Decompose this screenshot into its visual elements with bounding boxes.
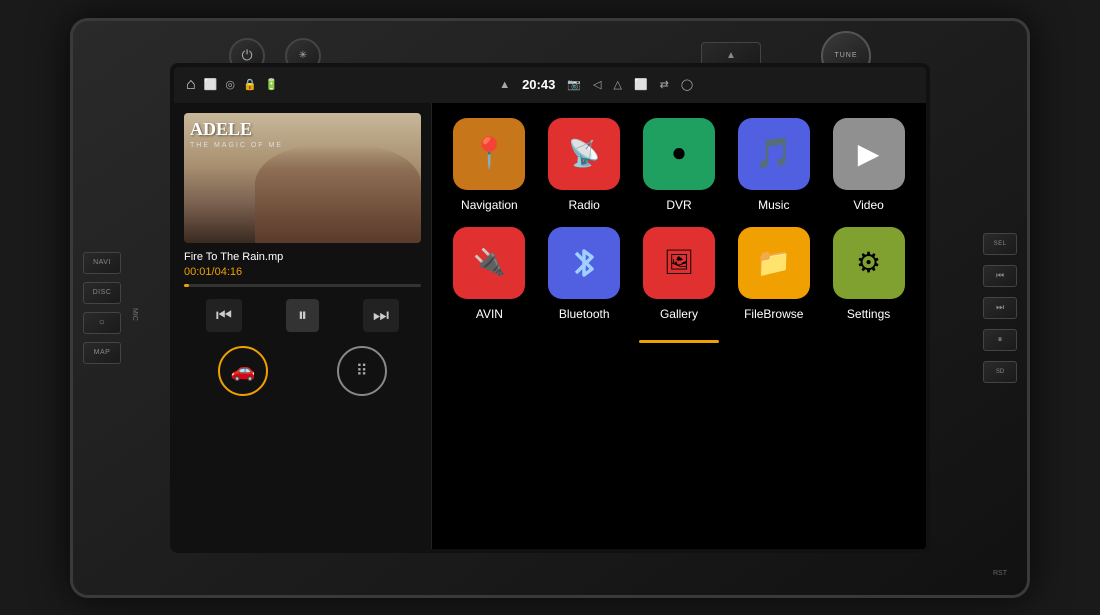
navi-button[interactable]: NAVI bbox=[83, 252, 121, 274]
song-title: Fire To The Rain.mp bbox=[184, 251, 421, 263]
status-bar: ⌂ ⬜ ◎ 🔒 🔋 ▲ 20:43 📷 ◁ △ ⬜ ⇄ ◯ bbox=[174, 67, 926, 103]
bluetooth-label: Bluetooth bbox=[559, 307, 610, 321]
bluetooth-icon bbox=[548, 227, 620, 299]
sd-button[interactable]: SD bbox=[983, 361, 1017, 383]
status-center: ▲ 20:43 📷 ◁ △ ⬜ ⇄ ◯ bbox=[499, 77, 693, 92]
bottom-icons: 🚗 ⠿ bbox=[184, 346, 421, 396]
adele-cover: ADELE THE MAGIC OF ME bbox=[184, 113, 421, 243]
filebrowse-label: FileBrowse bbox=[744, 307, 803, 321]
map-button[interactable]: MAP bbox=[83, 342, 121, 364]
play-pause-right-button[interactable]: ⏸ bbox=[983, 329, 1017, 351]
disc-button[interactable]: DISC bbox=[83, 282, 121, 304]
total-time: 04:16 bbox=[215, 266, 243, 278]
lock-icon: 🔒 bbox=[243, 78, 257, 91]
screenshot-icon: ⬜ bbox=[204, 78, 218, 91]
navigation-label: Navigation bbox=[461, 198, 518, 212]
app-radio[interactable]: 📡 Radio bbox=[539, 118, 629, 212]
battery-icon: 🔋 bbox=[265, 78, 279, 91]
app-row-2: 🔌 AVIN Bluetooth 🖼 bbox=[442, 227, 916, 321]
gallery-label: Gallery bbox=[660, 307, 698, 321]
speaker-icon: ◁ bbox=[593, 78, 601, 91]
album-art: ADELE THE MAGIC OF ME bbox=[184, 113, 421, 243]
app-filebrowse[interactable]: 📁 FileBrowse bbox=[729, 227, 819, 321]
music-label: Music bbox=[758, 198, 789, 212]
album-subtitle: THE MAGIC OF ME bbox=[190, 142, 283, 149]
settings-icon: ⚙ bbox=[833, 227, 905, 299]
filebrowse-icon: 📁 bbox=[738, 227, 810, 299]
wifi-icon: ▲ bbox=[499, 79, 510, 91]
car-icon-button[interactable]: 🚗 bbox=[218, 346, 268, 396]
prev-track-button[interactable]: ⏮ bbox=[983, 265, 1017, 287]
main-area: ADELE THE MAGIC OF ME Fire To The Rain.m… bbox=[174, 103, 926, 549]
app-dvr[interactable]: ⏺ DVR bbox=[634, 118, 724, 212]
status-left: ⌂ ⬜ ◎ 🔒 🔋 bbox=[186, 76, 278, 94]
main-screen: ⌂ ⬜ ◎ 🔒 🔋 ▲ 20:43 📷 ◁ △ ⬜ ⇄ ◯ bbox=[170, 63, 930, 553]
media-icon: ⬜ bbox=[634, 78, 648, 91]
rst-label: RST bbox=[993, 570, 1007, 577]
dvr-label: DVR bbox=[666, 198, 691, 212]
app-music[interactable]: 🎵 Music bbox=[729, 118, 819, 212]
app-navigation[interactable]: 📍 Navigation bbox=[444, 118, 534, 212]
app-settings[interactable]: ⚙ Settings bbox=[824, 227, 914, 321]
radio-status-icon: ◎ bbox=[225, 78, 235, 91]
playback-controls: ⏮ ⏸ ⏭ bbox=[184, 299, 421, 332]
progress-bar-container[interactable] bbox=[184, 284, 421, 287]
video-label: Video bbox=[853, 198, 883, 212]
radio-label: Radio bbox=[569, 198, 600, 212]
video-icon: ▶ bbox=[833, 118, 905, 190]
progress-bar-fill bbox=[184, 284, 189, 287]
app-grid-panel: 📍 Navigation 📡 Radio ⏺ DVR bbox=[432, 103, 926, 549]
cam-icon: 📷 bbox=[567, 78, 581, 91]
grid-icon-button[interactable]: ⠿ bbox=[337, 346, 387, 396]
current-time: 00:01 bbox=[184, 266, 212, 278]
settings-label: Settings bbox=[847, 307, 890, 321]
mic-label: MIC bbox=[131, 308, 138, 321]
album-art-figure bbox=[255, 145, 421, 243]
radio-icon: 📡 bbox=[548, 118, 620, 190]
home-icon[interactable]: ⌂ bbox=[186, 76, 196, 94]
app-video[interactable]: ▶ Video bbox=[824, 118, 914, 212]
song-time: 00:01/04:16 bbox=[184, 266, 421, 278]
music-panel: ADELE THE MAGIC OF ME Fire To The Rain.m… bbox=[174, 103, 432, 549]
music-icon: 🎵 bbox=[738, 118, 810, 190]
play-pause-button[interactable]: ⏸ bbox=[286, 299, 319, 332]
right-side-buttons: SEL ⏮ ⏭ ⏸ SD bbox=[983, 233, 1017, 383]
left-side-buttons: NAVI DISC ○ MAP bbox=[83, 252, 121, 364]
next-button[interactable]: ⏭ bbox=[363, 299, 399, 332]
bottom-indicator bbox=[442, 340, 916, 343]
usb-icon: ⇄ bbox=[660, 78, 669, 91]
artist-name: ADELE bbox=[190, 119, 252, 140]
avin-icon: 🔌 bbox=[453, 227, 525, 299]
navigation-icon: 📍 bbox=[453, 118, 525, 190]
app-row-1: 📍 Navigation 📡 Radio ⏺ DVR bbox=[442, 118, 916, 212]
sel-button[interactable]: SEL bbox=[983, 233, 1017, 255]
car-head-unit: ⏻ ✳ ▲ TUNE MIC NAVI DISC ○ MAP SEL ⏮ ⏭ ⏸… bbox=[70, 18, 1030, 598]
app-avin[interactable]: 🔌 AVIN bbox=[444, 227, 534, 321]
status-time: 20:43 bbox=[522, 77, 555, 92]
eject-status-icon: △ bbox=[614, 78, 622, 91]
app-bluetooth[interactable]: Bluetooth bbox=[539, 227, 629, 321]
avin-label: AVIN bbox=[476, 307, 503, 321]
android-icon: ◯ bbox=[681, 78, 693, 91]
gallery-icon: 🖼 bbox=[643, 227, 715, 299]
circle-button[interactable]: ○ bbox=[83, 312, 121, 334]
dvr-icon: ⏺ bbox=[643, 118, 715, 190]
prev-button[interactable]: ⏮ bbox=[206, 299, 242, 332]
app-gallery[interactable]: 🖼 Gallery bbox=[634, 227, 724, 321]
next-track-button[interactable]: ⏭ bbox=[983, 297, 1017, 319]
indicator-line bbox=[639, 340, 719, 343]
